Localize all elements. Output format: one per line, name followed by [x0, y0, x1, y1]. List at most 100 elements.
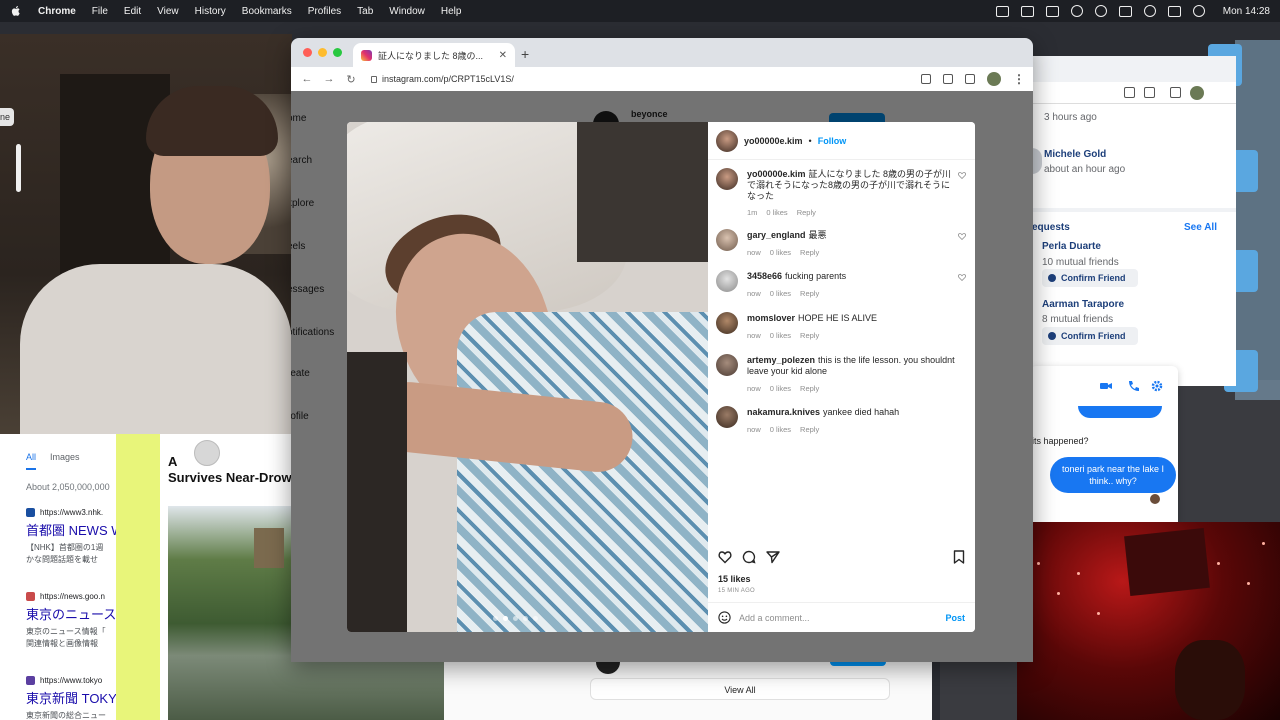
comment-meta: now 0 likes Reply [747, 289, 820, 298]
menu-window[interactable]: Window [389, 6, 425, 17]
commenter-username[interactable]: nakamura.knives [747, 407, 820, 417]
like-count[interactable]: 15 likes [718, 574, 751, 584]
new-tab-button[interactable]: + [521, 46, 529, 62]
settings-gear-icon[interactable] [1151, 380, 1163, 392]
sidebar-icon[interactable] [965, 74, 975, 84]
menu-profiles[interactable]: Profiles [308, 6, 341, 17]
headline-fragment: A [168, 454, 178, 469]
fairy-light [1247, 582, 1250, 585]
activity-time: 3 hours ago [1044, 112, 1097, 123]
profile-avatar[interactable] [987, 72, 1001, 86]
commenter-username[interactable]: 3458e66 [747, 271, 782, 281]
carousel-dots[interactable] [493, 616, 538, 621]
search-tabs: All Images [26, 452, 80, 470]
menu-bookmarks[interactable]: Bookmarks [242, 6, 292, 17]
fairy-light [1057, 592, 1060, 595]
forward-arrow-icon[interactable]: → [323, 73, 335, 85]
reload-icon[interactable]: ↻ [345, 73, 357, 86]
author-avatar[interactable] [716, 129, 738, 152]
close-window-button[interactable] [303, 48, 312, 57]
video-call-icon[interactable] [1100, 380, 1112, 392]
carousel-dot[interactable] [493, 616, 498, 621]
post-comment-button[interactable]: Post [945, 613, 965, 623]
browser-tab[interactable]: 証人になりました 8歳の... ✕ [353, 43, 515, 67]
menu-file[interactable]: File [92, 6, 108, 17]
close-tab-icon[interactable]: ✕ [499, 50, 507, 61]
pillow-shape [577, 122, 708, 262]
commenter-avatar[interactable] [716, 168, 738, 190]
menu-view[interactable]: View [157, 6, 179, 17]
minimize-window-button[interactable] [318, 48, 327, 57]
control-center-icon[interactable] [1118, 5, 1132, 17]
request-name[interactable]: Perla Duarte [1042, 241, 1101, 252]
wifi-icon[interactable] [1070, 5, 1083, 17]
request-name[interactable]: Aarman Tarapore [1042, 299, 1124, 310]
post-image[interactable] [347, 122, 708, 632]
siri-icon[interactable] [1192, 5, 1205, 17]
site-favicon-icon [26, 508, 35, 517]
share-send-icon[interactable] [766, 550, 780, 564]
share-icon[interactable] [1124, 87, 1135, 98]
maximize-window-button[interactable] [333, 48, 342, 57]
scroll-indicator[interactable] [16, 144, 21, 192]
lock-icon [371, 75, 377, 83]
like-heart-icon[interactable] [718, 550, 732, 564]
author-username[interactable]: yo00000e.kim [744, 136, 803, 146]
carousel-dot-active[interactable] [503, 616, 508, 621]
commenter-avatar[interactable] [716, 406, 738, 428]
commenter-avatar[interactable] [716, 312, 738, 334]
search-icon[interactable] [1143, 5, 1156, 17]
apple-logo-icon[interactable] [10, 5, 22, 17]
carousel-dot[interactable] [523, 616, 528, 621]
like-heart-icon[interactable] [958, 172, 966, 179]
like-heart-icon[interactable] [958, 274, 966, 281]
bookmark-save-icon[interactable] [953, 550, 965, 564]
tab-images[interactable]: Images [50, 452, 80, 470]
view-all-button[interactable]: View All [590, 678, 890, 700]
screen-mirror-icon[interactable] [995, 5, 1009, 17]
tab-all[interactable]: All [26, 452, 37, 470]
share-icon[interactable] [921, 74, 931, 84]
user-account-icon[interactable] [1094, 5, 1107, 17]
fairy-light [1077, 572, 1080, 575]
commenter-avatar[interactable] [716, 270, 738, 292]
menu-edit[interactable]: Edit [124, 6, 141, 17]
volume-icon[interactable] [1045, 5, 1059, 17]
toggles-icon[interactable] [1167, 5, 1181, 17]
like-heart-icon[interactable] [958, 233, 966, 240]
menu-tab[interactable]: Tab [357, 6, 373, 17]
commenter-avatar[interactable] [716, 229, 738, 251]
confirm-friend-button[interactable]: Confirm Friend [1042, 327, 1138, 345]
emoji-smile-icon[interactable] [718, 611, 731, 624]
carousel-dot[interactable] [513, 616, 518, 621]
commenter-avatar[interactable] [716, 354, 738, 376]
commenter-username[interactable]: artemy_polezen [747, 355, 815, 365]
bookmark-star-icon[interactable] [943, 74, 953, 84]
commenter-username[interactable]: gary_england [747, 230, 806, 240]
commenter-username[interactable]: yo00000e.kim [747, 169, 806, 179]
comment-text: yankee died hahah [823, 407, 900, 417]
comment-bubble-icon[interactable] [742, 550, 756, 564]
menu-more-icon[interactable]: ⋮ [1013, 72, 1025, 86]
user-avatar-icon[interactable] [194, 440, 220, 466]
address-bar[interactable]: instagram.com/p/CRPT15cLV1S/ [371, 74, 514, 84]
follow-button[interactable]: Follow [818, 136, 847, 146]
bookmark-star-icon[interactable] [1144, 87, 1155, 98]
see-all-link[interactable]: See All [1184, 222, 1217, 233]
confirm-friend-button[interactable]: Confirm Friend [1042, 269, 1138, 287]
back-arrow-icon[interactable]: ← [301, 73, 313, 85]
profile-avatar[interactable] [1190, 86, 1204, 100]
keyboard-input-icon[interactable] [1020, 5, 1034, 17]
menu-clock[interactable]: Mon 14:28 [1223, 6, 1270, 17]
carousel-dot[interactable] [533, 616, 538, 621]
fairy-light [1262, 542, 1265, 545]
phone-icon[interactable] [1127, 380, 1139, 392]
comment-input[interactable]: Add a comment... [739, 613, 937, 623]
menu-help[interactable]: Help [441, 6, 462, 17]
menu-app-name[interactable]: Chrome [38, 6, 76, 17]
commenter-username[interactable]: momslover [747, 313, 795, 323]
sidebar-icon[interactable] [1170, 87, 1181, 98]
contact-name[interactable]: Michele Gold [1044, 149, 1106, 160]
menu-history[interactable]: History [195, 6, 226, 17]
incoming-message: its happened? [1032, 436, 1089, 446]
